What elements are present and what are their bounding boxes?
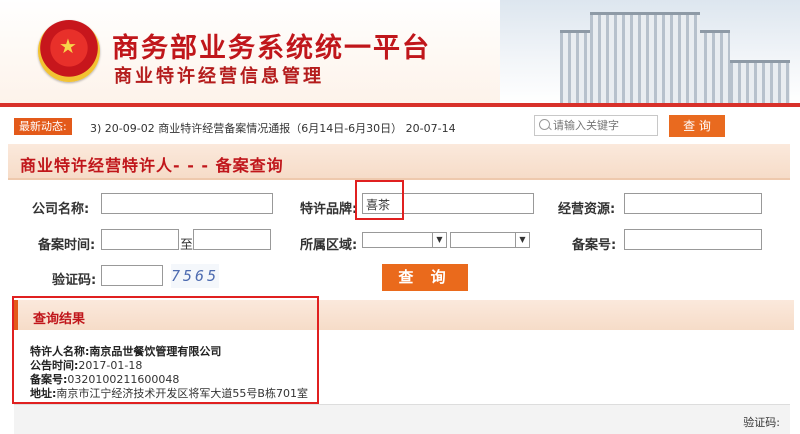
query-button[interactable]: 查 询 xyxy=(382,264,468,291)
footer-captcha-label: 验证码: xyxy=(743,416,780,429)
date-start-input[interactable] xyxy=(101,229,179,250)
site-subtitle: 商业特许经营信息管理 xyxy=(114,66,324,87)
search-button[interactable]: 查 询 xyxy=(669,115,725,137)
page-title: 商业特许经营特许人- - - 备案查询 xyxy=(20,156,284,175)
building-banner xyxy=(500,0,800,103)
city-select[interactable]: ▼ xyxy=(450,232,530,248)
resource-input[interactable] xyxy=(624,193,762,214)
region-label: 所属区域: xyxy=(300,238,358,253)
brand-label: 特许品牌: xyxy=(300,202,358,217)
record-label: 备案号: xyxy=(572,238,617,253)
captcha-input[interactable] xyxy=(101,265,163,286)
search-icon xyxy=(539,119,550,130)
record-input[interactable] xyxy=(624,229,762,250)
site-title: 商务部业务系统统一平台 xyxy=(112,33,431,64)
date-end-input[interactable] xyxy=(193,229,271,250)
news-tag: 最新动态: xyxy=(14,118,72,135)
national-emblem-icon xyxy=(38,20,100,82)
page-header: 商务部业务系统统一平台 商业特许经营信息管理 xyxy=(0,0,800,103)
company-input[interactable] xyxy=(101,193,273,214)
chevron-down-icon: ▼ xyxy=(515,233,529,247)
captcha-label: 验证码: xyxy=(52,273,97,288)
province-select[interactable]: ▼ xyxy=(362,232,447,248)
search-box[interactable] xyxy=(534,115,658,136)
highlight-box-brand xyxy=(355,180,404,220)
company-label: 公司名称: xyxy=(32,202,90,217)
news-ticker[interactable]: 3) 20-09-02 商业特许经营备案情况通报（6月14日-6月30日） 20… xyxy=(90,120,456,136)
captcha-image[interactable]: 7565 xyxy=(171,264,219,288)
news-bar: 最新动态: 3) 20-09-02 商业特许经营备案情况通报（6月14日-6月3… xyxy=(0,103,800,144)
result-footer: 验证码: xyxy=(14,404,790,434)
date-to-label: 至 xyxy=(180,238,194,253)
highlight-box-result xyxy=(12,296,319,404)
chevron-down-icon: ▼ xyxy=(432,233,446,247)
date-label: 备案时间: xyxy=(38,238,96,253)
search-input[interactable] xyxy=(551,118,655,133)
resource-label: 经营资源: xyxy=(558,202,616,217)
panel-title-bar: 商业特许经营特许人- - - 备案查询 xyxy=(8,144,790,180)
